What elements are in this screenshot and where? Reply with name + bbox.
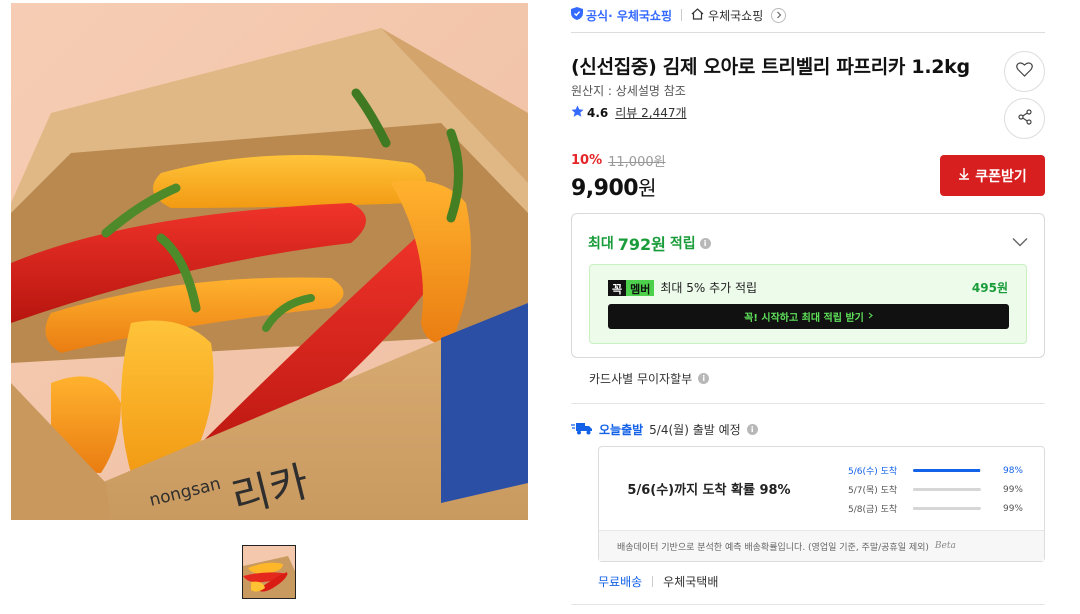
shield-icon xyxy=(571,7,583,23)
divider xyxy=(571,403,1045,404)
member-badge: 꼭 멤버 xyxy=(608,279,655,296)
member-join-button[interactable]: 꼭! 시작하고 최대 적립 받기 xyxy=(608,304,1009,329)
chevron-right-icon xyxy=(868,311,873,322)
delivery-probability-list: 5/6(수) 도착 98% 5/7(목) 도착 99% 5/8(금) 도착 99… xyxy=(848,461,1028,518)
probability-percent: 99% xyxy=(1002,484,1023,495)
info-icon[interactable]: i xyxy=(746,424,758,435)
beta-label: Beta xyxy=(934,541,956,551)
review-count-link[interactable]: 리뷰 2,447개 xyxy=(615,104,686,121)
rating-value: 4.6 xyxy=(587,105,609,120)
probability-bar-fill xyxy=(913,507,981,510)
reward-suffix: 적립 xyxy=(669,236,696,252)
probability-row: 5/8(금) 도착 99% xyxy=(848,499,1028,518)
card-installment-label: 카드사별 무이자할부 xyxy=(589,372,693,386)
chevron-down-icon[interactable] xyxy=(1012,232,1028,251)
heart-icon xyxy=(1016,62,1033,81)
today-shipping-label: 오늘출발 xyxy=(599,423,644,437)
sale-price: 9,900원 xyxy=(571,172,666,201)
chevron-right-icon xyxy=(771,7,787,23)
delivery-probability-main: 5/6(수)까지 도착 확률 98% xyxy=(627,483,791,498)
probability-bar xyxy=(913,507,981,510)
discount-rate: 10% xyxy=(571,153,603,168)
rating-row: 4.6 리뷰 2,447개 xyxy=(571,104,687,121)
divider xyxy=(681,9,683,21)
sale-price-unit: 원 xyxy=(638,176,656,200)
sale-price-number: 9,900 xyxy=(571,176,639,201)
store-row: 공식· 우체국쇼핑 우체국쇼핑 xyxy=(571,5,787,25)
store-name: 우체국쇼핑 xyxy=(708,8,764,23)
divider xyxy=(652,576,654,587)
store-link[interactable]: 우체국쇼핑 xyxy=(691,7,787,24)
probability-footnote: 배송데이터 기반으로 분석한 예측 배송확률입니다. (영업일 기준, 주말/공… xyxy=(599,530,1044,561)
coupon-label: 쿠폰받기 xyxy=(975,168,1027,185)
product-thumbnail[interactable] xyxy=(242,545,296,599)
member-badge-part-1: 꼭 xyxy=(608,279,627,296)
home-icon xyxy=(691,7,704,23)
probability-row: 5/7(목) 도착 99% xyxy=(848,480,1028,499)
footnote-text: 배송데이터 기반으로 분석한 예측 배송확률입니다. (영업일 기준, 주말/공… xyxy=(617,542,929,553)
reward-prefix: 최대 xyxy=(588,236,614,252)
probability-bar xyxy=(913,469,981,472)
delivery-carrier: 우체국택배 xyxy=(663,575,719,589)
probability-row: 5/6(수) 도착 98% xyxy=(848,461,1028,480)
probability-date: 5/7(목) 도착 xyxy=(848,486,898,496)
star-icon xyxy=(571,105,584,121)
official-label: 공식· 우체국쇼핑 xyxy=(586,8,673,23)
coupon-button[interactable]: 쿠폰받기 xyxy=(940,155,1045,196)
reward-box: 최대 792원 적립 i 꼭 멤버 최대 5% 추가 적립 495원 꼭! 시작하… xyxy=(571,213,1045,358)
divider xyxy=(571,32,1045,33)
official-badge[interactable]: 공식· 우체국쇼핑 xyxy=(571,7,672,24)
product-origin: 원산지 : 상세설명 참조 xyxy=(571,84,686,98)
product-title: (신선집중) 김제 오아로 트리벨리 파프리카 1.2kg xyxy=(571,56,970,78)
probability-bar-fill xyxy=(913,488,981,491)
reward-header: 최대 792원 적립 i xyxy=(588,231,711,255)
delivery-fee: 무료배송 xyxy=(598,575,643,589)
member-reward-text: 최대 5% 추가 적립 xyxy=(660,281,758,295)
member-cta-label: 꼭! 시작하고 최대 적립 받기 xyxy=(744,313,864,324)
original-price: 11,000원 xyxy=(608,155,666,170)
probability-date: 5/8(금) 도착 xyxy=(848,505,898,515)
info-icon[interactable]: i xyxy=(699,237,711,249)
wishlist-button[interactable] xyxy=(1004,51,1045,92)
reward-amount: 792원 xyxy=(617,235,666,254)
probability-bar xyxy=(913,488,981,491)
member-reward-amount: 495원 xyxy=(971,281,1008,295)
share-icon xyxy=(1017,108,1033,129)
info-icon[interactable]: i xyxy=(698,373,710,384)
shipping-schedule: 5/4(월) 출발 예정 xyxy=(649,423,741,437)
delivery-truck-icon xyxy=(571,421,593,438)
member-badge-part-2: 멤버 xyxy=(626,279,655,296)
share-button[interactable] xyxy=(1004,98,1045,139)
probability-date: 5/6(수) 도착 xyxy=(848,467,898,477)
probability-percent: 98% xyxy=(1002,465,1023,476)
card-installment-row: 카드사별 무이자할부 i xyxy=(589,370,710,387)
shipping-row: 오늘출발 5/4(월) 출발 예정 i xyxy=(571,421,758,438)
member-reward-box: 꼭 멤버 최대 5% 추가 적립 495원 꼭! 시작하고 최대 적립 받기 xyxy=(589,264,1027,344)
download-arrow-icon xyxy=(958,167,970,184)
delivery-probability-box: 5/6(수)까지 도착 확률 98% 5/6(수) 도착 98% 5/7(목) … xyxy=(598,446,1045,562)
product-main-image: nongsan 리카 xyxy=(11,3,528,520)
divider xyxy=(571,604,1045,605)
probability-percent: 99% xyxy=(1002,503,1023,514)
price-area: 10% 11,000원 9,900원 xyxy=(571,151,666,201)
probability-bar-fill xyxy=(913,469,980,472)
delivery-row: 무료배송 우체국택배 xyxy=(598,573,718,590)
